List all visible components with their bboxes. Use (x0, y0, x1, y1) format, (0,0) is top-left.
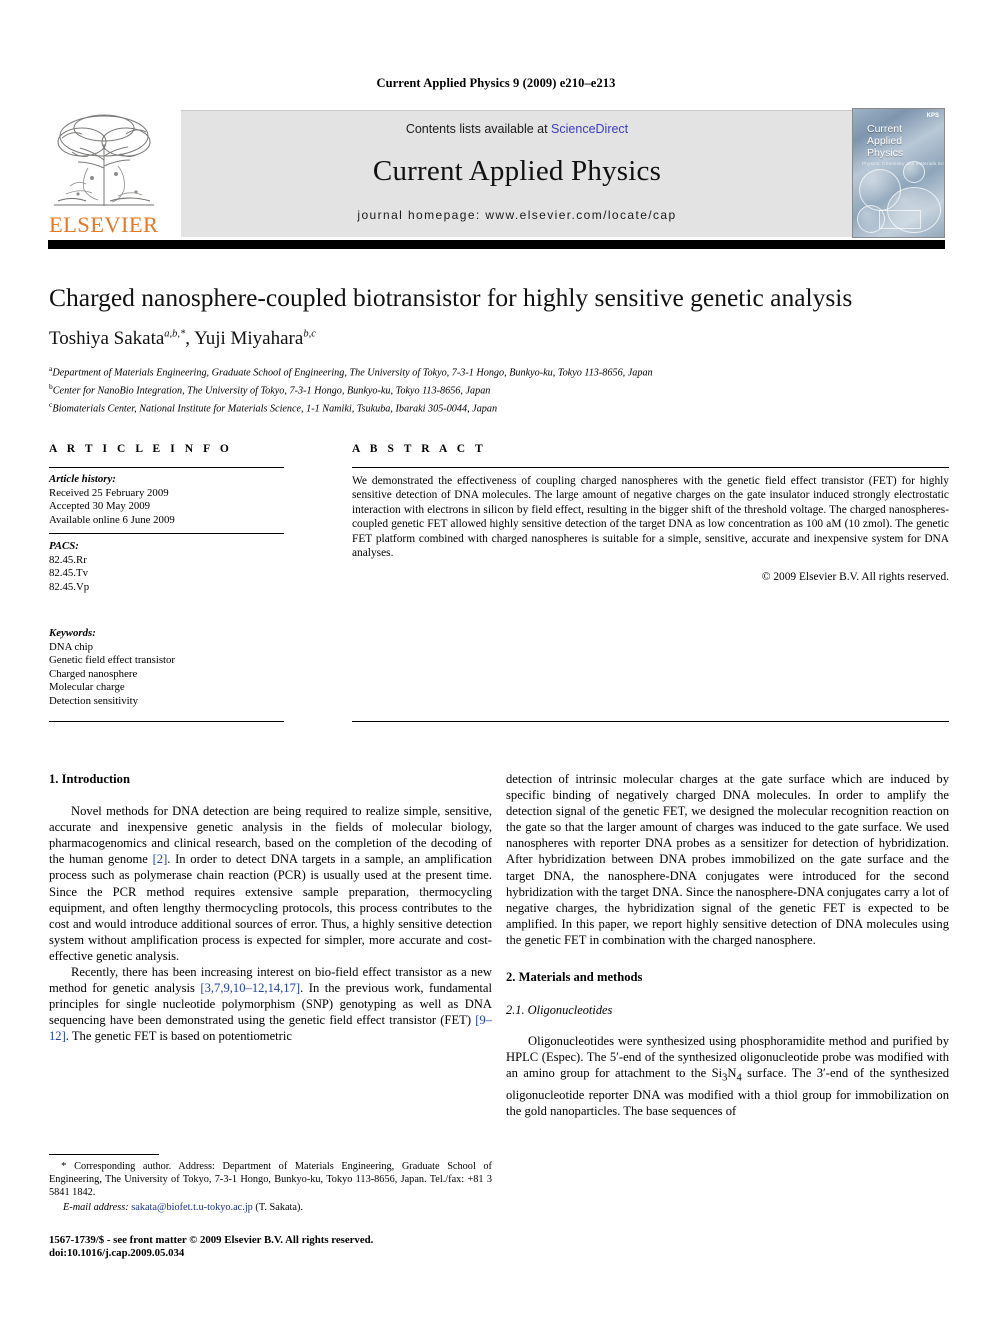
keyword-item: Detection sensitivity (49, 694, 139, 707)
keyword-item: Molecular charge (49, 681, 125, 694)
author-affiliation-marks: b,c (303, 328, 316, 340)
divider (352, 721, 949, 722)
author-name: Toshiya Sakata (49, 328, 165, 349)
page-title: Charged nanosphere-coupled biotransistor… (49, 283, 853, 312)
author-list: Toshiya Sakataa,b,*, Yuji Miyaharab,c (49, 328, 316, 349)
abstract-block: We demonstrated the effectiveness of cou… (352, 474, 949, 585)
imprint-issn-line: 1567-1739/$ - see front matter © 2009 El… (49, 1234, 374, 1246)
email-suffix: (T. Sakata). (252, 1201, 303, 1213)
affiliation-text: Biomaterials Center, National Institute … (52, 403, 498, 415)
masthead-divider-bar (48, 240, 945, 249)
journal-masthead: ELSEVIER Contents lists available at Sci… (48, 108, 945, 238)
article-history-label: Article history: (49, 473, 116, 485)
paragraph: Oligonucleotides were synthesized using … (506, 1033, 949, 1119)
pacs-item: 82.45.Vp (49, 580, 90, 593)
contents-prefix-text: Contents lists available at (405, 122, 552, 136)
divider (49, 721, 284, 722)
sciencedirect-link[interactable]: ScienceDirect (551, 122, 628, 136)
footnote-email-line: E-mail address: sakata@biofet.t.u-tokyo.… (49, 1201, 492, 1214)
email-label: E-mail address: (63, 1201, 129, 1213)
citation-link[interactable]: [3,7,9,10–12,14,17] (200, 981, 300, 995)
journal-title: Current Applied Physics (372, 155, 662, 187)
article-history-item: Available online 6 June 2009 (49, 513, 175, 526)
elsevier-wordmark: ELSEVIER (49, 212, 159, 237)
elsevier-tree-icon (48, 108, 160, 211)
pacs-item: 82.45.Tv (49, 567, 88, 580)
cover-seal (879, 210, 921, 229)
cover-subtitle: Physics, Chemistry and Materials Science (862, 161, 945, 166)
article-info-heading: A R T I C L E I N F O (49, 443, 233, 455)
affiliation-item: bCenter for NanoBio Integration, The Uni… (49, 380, 949, 398)
affiliation-text: Center for NanoBio Integration, The Univ… (52, 385, 491, 397)
article-history-item: Received 25 February 2009 (49, 486, 169, 499)
imprint-block: 1567-1739/$ - see front matter © 2009 El… (49, 1234, 492, 1261)
paragraph: Novel methods for DNA detection are bein… (49, 803, 492, 964)
footnote-text: Corresponding author. Address: Departmen… (49, 1161, 492, 1199)
section-heading-introduction: 1. Introduction (49, 772, 130, 786)
pacs-item: 82.45.Rr (49, 553, 87, 566)
keyword-item: Genetic field effect transistor (49, 654, 176, 667)
article-history-item: Accepted 30 May 2009 (49, 500, 151, 513)
cover-title-line2: Applied (867, 135, 903, 147)
footnote-line: * Corresponding author. Address: Departm… (49, 1160, 492, 1200)
section-heading-materials-and-methods: 2. Materials and methods (506, 970, 643, 985)
paragraph: detection of intrinsic molecular charges… (506, 772, 949, 947)
keywords-label: Keywords: (49, 627, 96, 639)
paragraph: Recently, there has been increasing inte… (49, 964, 492, 1044)
pacs-block: PACS: 82.45.Rr 82.45.Tv 82.45.Vp (49, 540, 289, 594)
abstract-text: We demonstrated the effectiveness of cou… (352, 475, 949, 560)
body-column-right: detection of intrinsic molecular charges… (506, 771, 949, 1119)
divider (49, 467, 284, 468)
sciencedirect-band: Contents lists available at ScienceDirec… (181, 110, 853, 237)
journal-cover-thumbnail[interactable]: KPS Current Applied Physics Physics, Che… (852, 108, 945, 238)
abstract-heading: A B S T R A C T (352, 443, 487, 455)
cover-badge: KPS (926, 113, 939, 119)
paragraph-text: . The genetic FET is based on potentiome… (65, 1029, 292, 1044)
affiliation-item: cBiomaterials Center, National Institute… (49, 398, 949, 416)
cover-title: Current Applied Physics (867, 123, 903, 159)
running-head: Current Applied Physics 9 (2009) e210–e2… (376, 76, 616, 90)
affiliation-text: Department of Materials Engineering, Gra… (52, 367, 653, 379)
footnote-divider (49, 1154, 159, 1155)
imprint-doi-line: doi:10.1016/j.cap.2009.05.034 (49, 1247, 185, 1260)
contents-available-line: Contents lists available at ScienceDirec… (181, 122, 853, 136)
keywords-block: Keywords: DNA chip Genetic field effect … (49, 627, 289, 709)
body-column-left: 1. Introduction Novel methods for DNA de… (49, 771, 492, 1045)
corresponding-author-footnote: * Corresponding author. Address: Departm… (49, 1160, 492, 1214)
affiliation-list: aDepartment of Materials Engineering, Gr… (49, 362, 949, 416)
author-affiliation-marks: a,b,* (164, 328, 186, 340)
abstract-copyright: © 2009 Elsevier B.V. All rights reserved… (761, 571, 949, 584)
keyword-item: DNA chip (49, 640, 94, 653)
keyword-item: Charged nanosphere (49, 667, 138, 680)
affiliation-item: aDepartment of Materials Engineering, Gr… (49, 362, 949, 380)
divider (49, 533, 284, 534)
elsevier-logo: ELSEVIER (48, 108, 166, 238)
cover-title-line1: Current (867, 123, 903, 135)
paragraph-text: . In order to detect DNA targets in a sa… (49, 852, 492, 963)
journal-homepage-line[interactable]: journal homepage: www.elsevier.com/locat… (181, 208, 853, 222)
author-name: Yuji Miyahara (194, 328, 304, 349)
divider (352, 467, 949, 468)
article-page: Current Applied Physics 9 (2009) e210–e2… (0, 0, 992, 1323)
subsection-heading-oligonucleotides: 2.1. Oligonucleotides (506, 1003, 613, 1018)
cover-title-line3: Physics (867, 147, 904, 159)
article-history-block: Article history: Received 25 February 20… (49, 473, 289, 527)
pacs-label: PACS: (49, 540, 79, 552)
email-link[interactable]: sakata@biofet.t.u-tokyo.ac.jp (131, 1202, 253, 1213)
citation-link[interactable]: [2] (153, 852, 168, 866)
